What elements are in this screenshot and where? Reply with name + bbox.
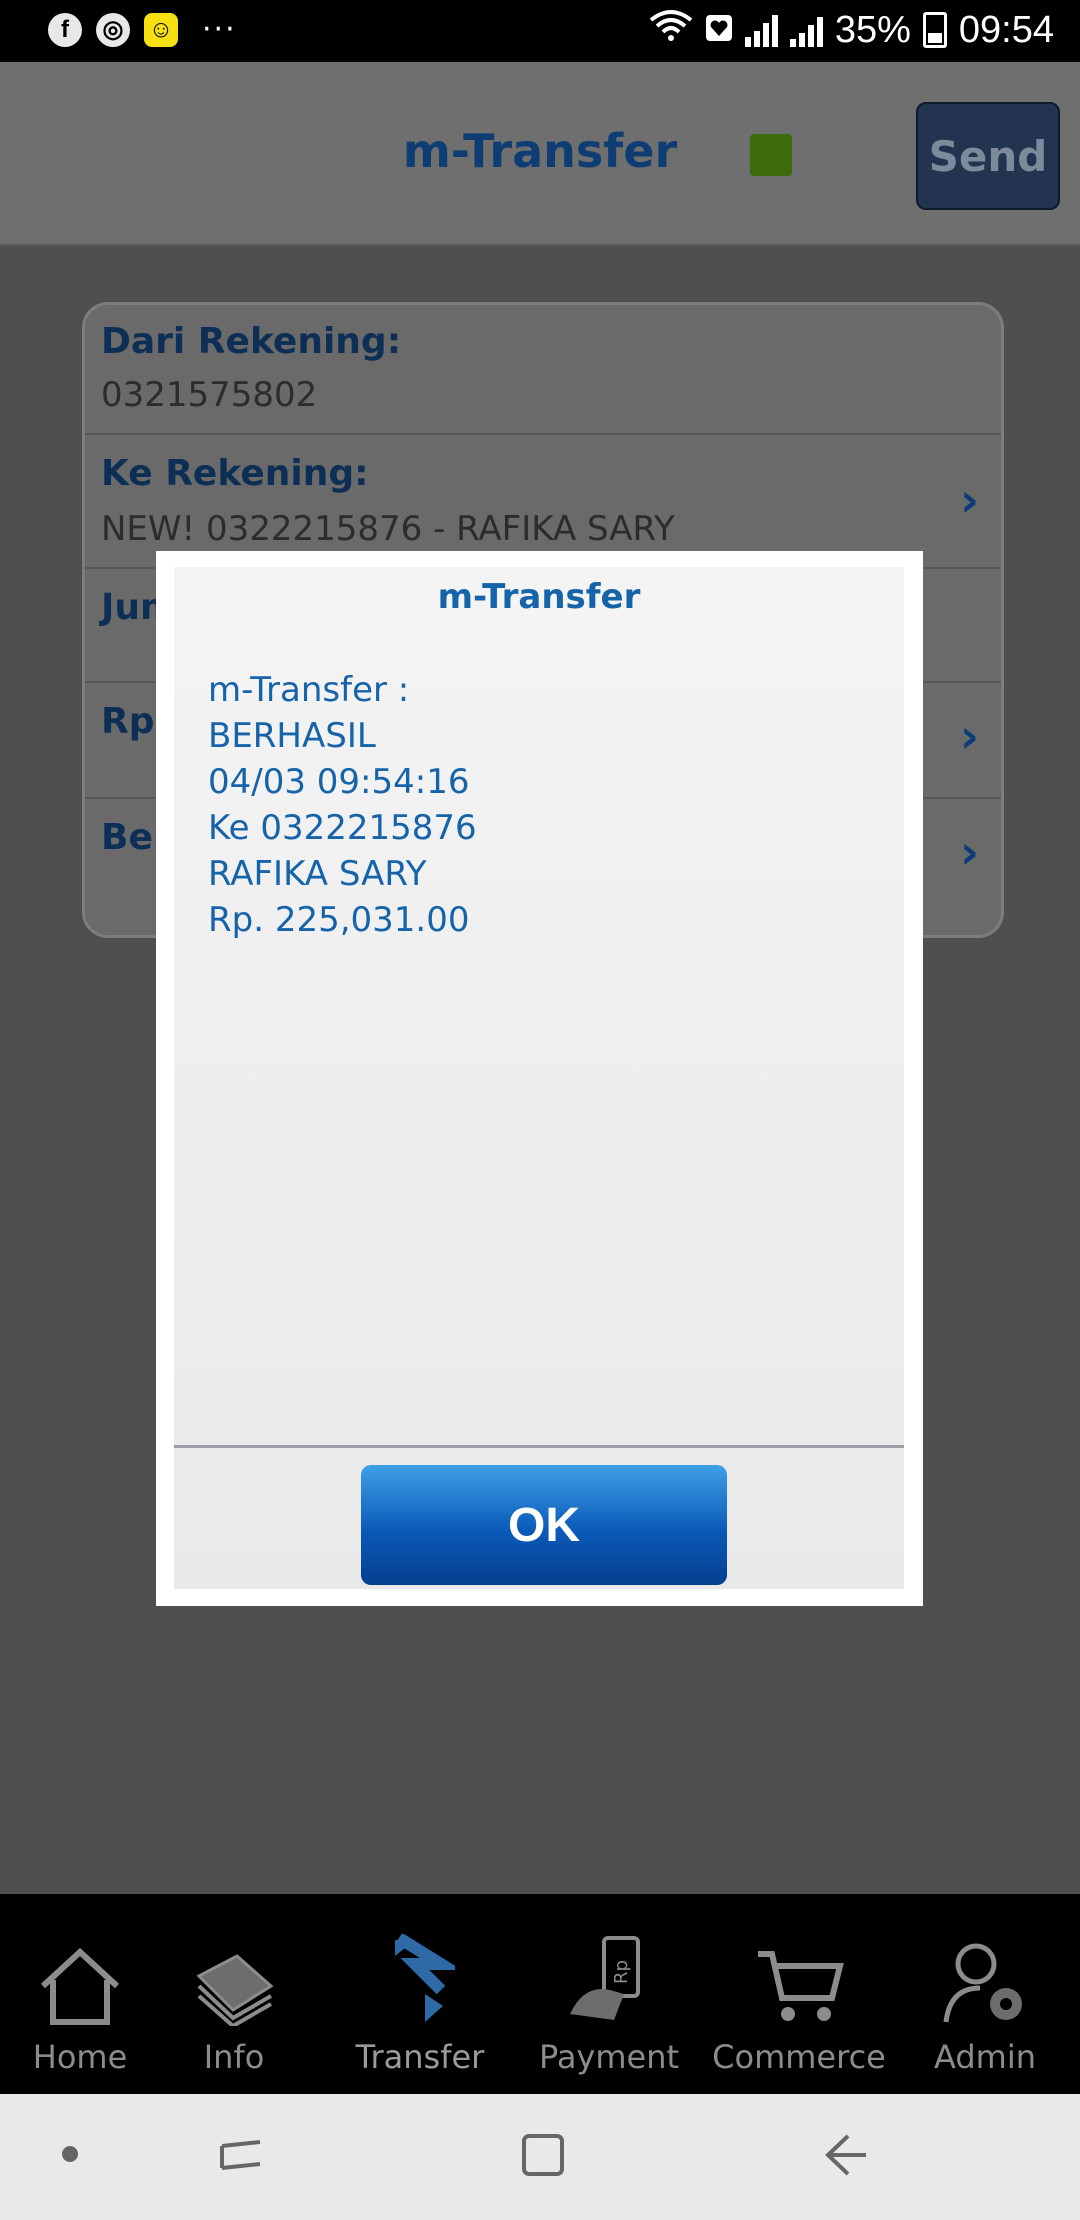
dialog-message: m-Transfer : BERHASIL 04/03 09:54:16 Ke …: [208, 667, 477, 943]
status-bar: f ◎ ☺ ··· 35% 09:54: [0, 0, 1080, 62]
nav-label: Admin: [934, 2038, 1036, 2076]
message-line: Rp. 225,031.00: [208, 900, 470, 940]
back-arrow-icon[interactable]: [824, 2132, 870, 2189]
nav-item-transfer[interactable]: Transfer: [330, 1930, 510, 2076]
nav-label: Transfer: [355, 2038, 485, 2076]
heart-icon: [705, 9, 733, 52]
message-line: BERHASIL: [208, 716, 376, 756]
bottom-nav: Home Info Transfer Rp Payment Commerce A…: [0, 1894, 1080, 2094]
dialog-body: m-Transfer m-Transfer : BERHASIL 04/03 0…: [174, 567, 904, 1589]
from-account-row[interactable]: Dari Rekening: 0321575802: [85, 305, 1001, 435]
cart-icon: [709, 1930, 889, 2026]
signal-2-icon: [789, 13, 823, 47]
currency-label: Rp: [101, 701, 155, 742]
more-notifications: ···: [202, 12, 237, 47]
transfer-icon: [330, 1930, 510, 2026]
nav-item-info[interactable]: Info: [144, 1930, 324, 2076]
nav-item-payment[interactable]: Rp Payment: [519, 1930, 699, 2076]
to-account-label: Ke Rekening:: [101, 453, 369, 494]
recents-icon[interactable]: [218, 2132, 264, 2189]
chevron-right-icon: ›: [960, 709, 979, 763]
nav-label: Payment: [538, 2038, 680, 2076]
chrome-icon: ◎: [96, 12, 130, 47]
battery-icon: [922, 12, 947, 48]
svg-text:Rp: Rp: [611, 1960, 632, 1984]
system-nav-bar: [0, 2094, 1080, 2220]
dialog-title: m-Transfer: [437, 577, 641, 617]
from-account-value: 0321575802: [101, 375, 318, 415]
signal-icon: [744, 13, 778, 47]
payment-icon: Rp: [519, 1930, 699, 2026]
nav-item-commerce[interactable]: Commerce: [709, 1930, 889, 2076]
result-dialog: m-Transfer m-Transfer : BERHASIL 04/03 0…: [156, 551, 923, 1606]
message-line: 04/03 09:54:16: [208, 762, 470, 802]
admin-gear-icon: [895, 1930, 1075, 2026]
battery-percent: 35%: [834, 8, 911, 51]
nav-label: Commerce: [712, 2038, 886, 2076]
message-line: m-Transfer :: [208, 670, 410, 710]
clock: 09:54: [958, 8, 1054, 51]
app-header: m-Transfer Send: [0, 62, 1080, 246]
status-indicator: [750, 134, 792, 176]
chevron-right-icon: ›: [960, 473, 979, 527]
assistant-dot-icon[interactable]: [62, 2146, 78, 2162]
facebook-icon: f: [48, 12, 82, 47]
to-account-row[interactable]: Ke Rekening: NEW! 0322215876 - RAFIKA SA…: [85, 433, 1001, 569]
message-line: Ke 0322215876: [208, 808, 477, 848]
message-line: RAFIKA SARY: [208, 854, 427, 894]
chevron-right-icon: ›: [960, 825, 979, 879]
book-icon: [144, 1930, 324, 2026]
nav-item-admin[interactable]: Admin: [895, 1930, 1075, 2076]
nav-label: Info: [203, 2038, 265, 2076]
send-button[interactable]: Send: [916, 102, 1060, 210]
divider: [174, 1445, 904, 1448]
ok-button[interactable]: OK: [361, 1465, 727, 1585]
app-face-icon: ☺: [144, 12, 178, 47]
home-square-icon[interactable]: [520, 2132, 566, 2189]
to-account-value: NEW! 0322215876 - RAFIKA SARY: [101, 509, 675, 549]
wifi-icon: [649, 8, 693, 52]
from-account-label: Dari Rekening:: [101, 321, 402, 362]
